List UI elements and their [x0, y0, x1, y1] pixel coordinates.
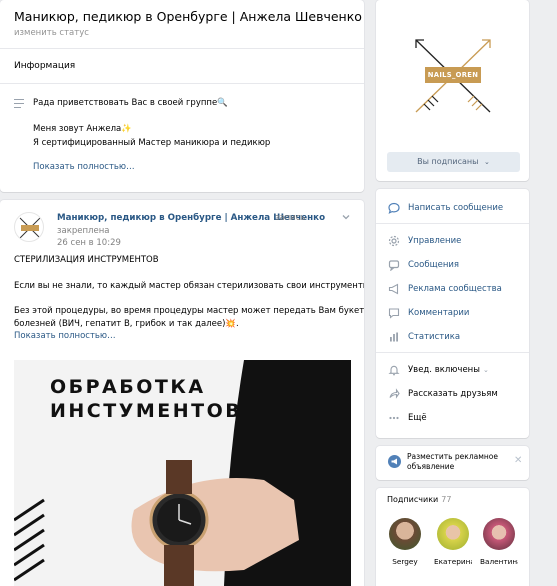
share-action[interactable]: Рассказать друзьям [388, 386, 498, 402]
ads-promo-text: Разместить рекламное объявление [407, 452, 498, 472]
more-action[interactable]: Ещё [388, 410, 427, 426]
ads-line: Разместить рекламное [407, 452, 498, 461]
post-image[interactable]: ОБРАБОТКА ИНСТУМЕНТОВ [14, 360, 351, 586]
action-label: Рассказать друзьям [408, 389, 498, 399]
logo-label: NAILS_OREN [425, 67, 481, 83]
more-icon [388, 412, 400, 424]
action-label: Комментарии [408, 308, 470, 318]
avatar [483, 518, 515, 550]
stats-icon [388, 331, 400, 343]
subscriber-name: Валентина [480, 557, 518, 566]
image-title-line: ИНСТУМЕНТОВ [50, 400, 243, 422]
arrows-logo-icon [19, 217, 41, 239]
messages-action[interactable]: Сообщения [388, 257, 459, 273]
action-label: Написать сообщение [408, 203, 504, 213]
change-status-link[interactable]: изменить статус [14, 28, 89, 38]
info-section-label: Информация [14, 61, 76, 71]
description-line: Меня зовут Анжела✨ [33, 124, 132, 134]
action-label: Сообщения [408, 260, 460, 270]
action-label: Реклама сообщества [408, 284, 502, 294]
post-text-line: болезней (ВИЧ, гепатит В, грибок и так д… [14, 319, 239, 329]
gear-icon [388, 235, 400, 247]
subscriber-item[interactable]: Екатерина [434, 518, 472, 566]
post-text-line: Если вы не знали, то каждый мастер обяза… [14, 281, 364, 291]
comment-icon [388, 307, 400, 319]
subscriber-item[interactable]: Sergey [386, 518, 424, 566]
chat-icon [388, 259, 400, 271]
post-text-line: Без этой процедуры, во время процедуры м… [14, 306, 364, 316]
group-actions-card: Написать сообщение Управление Сообщения … [376, 189, 529, 438]
megaphone-icon [388, 455, 401, 468]
avatar [437, 518, 469, 550]
divider [376, 223, 529, 224]
group-logo[interactable]: NAILS_OREN [412, 36, 494, 116]
divider [0, 83, 364, 84]
subscriber-item[interactable]: Валентина [480, 518, 518, 566]
pinned-label: запись [275, 213, 306, 223]
group-header-card: Маникюр, педикюр в Оренбурге | Анжела Ше… [0, 0, 364, 192]
notifications-toggle[interactable]: Увед. включены ⌄ [388, 362, 489, 378]
show-more-link[interactable]: Показать полностью… [33, 162, 135, 172]
action-label: Увед. включены [408, 365, 480, 375]
stats-action[interactable]: Статистика [388, 329, 460, 345]
ads-promo-card[interactable]: Разместить рекламное объявление ✕ [376, 446, 529, 480]
comments-action[interactable]: Комментарии [388, 305, 469, 321]
description-line: Рада приветствовать Вас в своей группе🔍 [33, 98, 228, 108]
action-label: Статистика [408, 332, 461, 342]
action-label: Управление [408, 236, 462, 246]
subscribers-card: Подписчики 77 Sergey Екатерина Валентина [376, 488, 529, 586]
chevron-down-icon: ⌄ [482, 366, 489, 374]
ads-action[interactable]: Реклама сообщества [388, 281, 502, 297]
post-show-more-link[interactable]: Показать полностью… [14, 331, 116, 341]
post-text-line: СТЕРИЛИЗАЦИЯ ИНСТРУМЕНТОВ [14, 255, 159, 265]
subscribers-title: Подписчики [387, 495, 439, 504]
subscribed-button-label: Вы подписаны [417, 157, 479, 166]
description-icon [14, 99, 24, 111]
ads-line: объявление [407, 462, 455, 471]
image-title-line: ОБРАБОТКА [50, 376, 206, 398]
send-message-action[interactable]: Написать сообщение [388, 200, 503, 216]
pinned-post-card: Маникюр, педикюр в Оренбурге | Анжела Ше… [0, 200, 364, 586]
divider [376, 352, 529, 353]
share-icon [388, 388, 400, 400]
close-icon[interactable]: ✕ [514, 455, 522, 466]
subscribers-header[interactable]: Подписчики 77 [387, 495, 451, 504]
description-line: Я сертифицированный Мастер маникюра и пе… [33, 138, 271, 148]
chevron-down-icon[interactable] [341, 212, 351, 222]
subscribed-button[interactable]: Вы подписаны ⌄ [387, 152, 520, 172]
subscribers-count: 77 [441, 495, 452, 504]
megaphone-icon [388, 283, 400, 295]
bell-icon [388, 364, 400, 376]
action-label: Ещё [408, 413, 427, 423]
avatar [389, 518, 421, 550]
pinned-label: закреплена [57, 226, 110, 236]
group-title: Маникюр, педикюр в Оренбурге | Анжела Ше… [14, 9, 362, 24]
divider [0, 48, 364, 49]
message-icon [388, 202, 400, 214]
group-avatar-card: NAILS_OREN Вы подписаны ⌄ [376, 0, 529, 181]
manage-action[interactable]: Управление [388, 233, 461, 249]
post-author-avatar[interactable] [14, 212, 44, 242]
subscriber-name: Екатерина [434, 557, 472, 566]
subscriber-name: Sergey [392, 557, 418, 566]
post-date[interactable]: 26 сен в 10:29 [57, 238, 121, 248]
chevron-down-icon: ⌄ [483, 158, 490, 166]
